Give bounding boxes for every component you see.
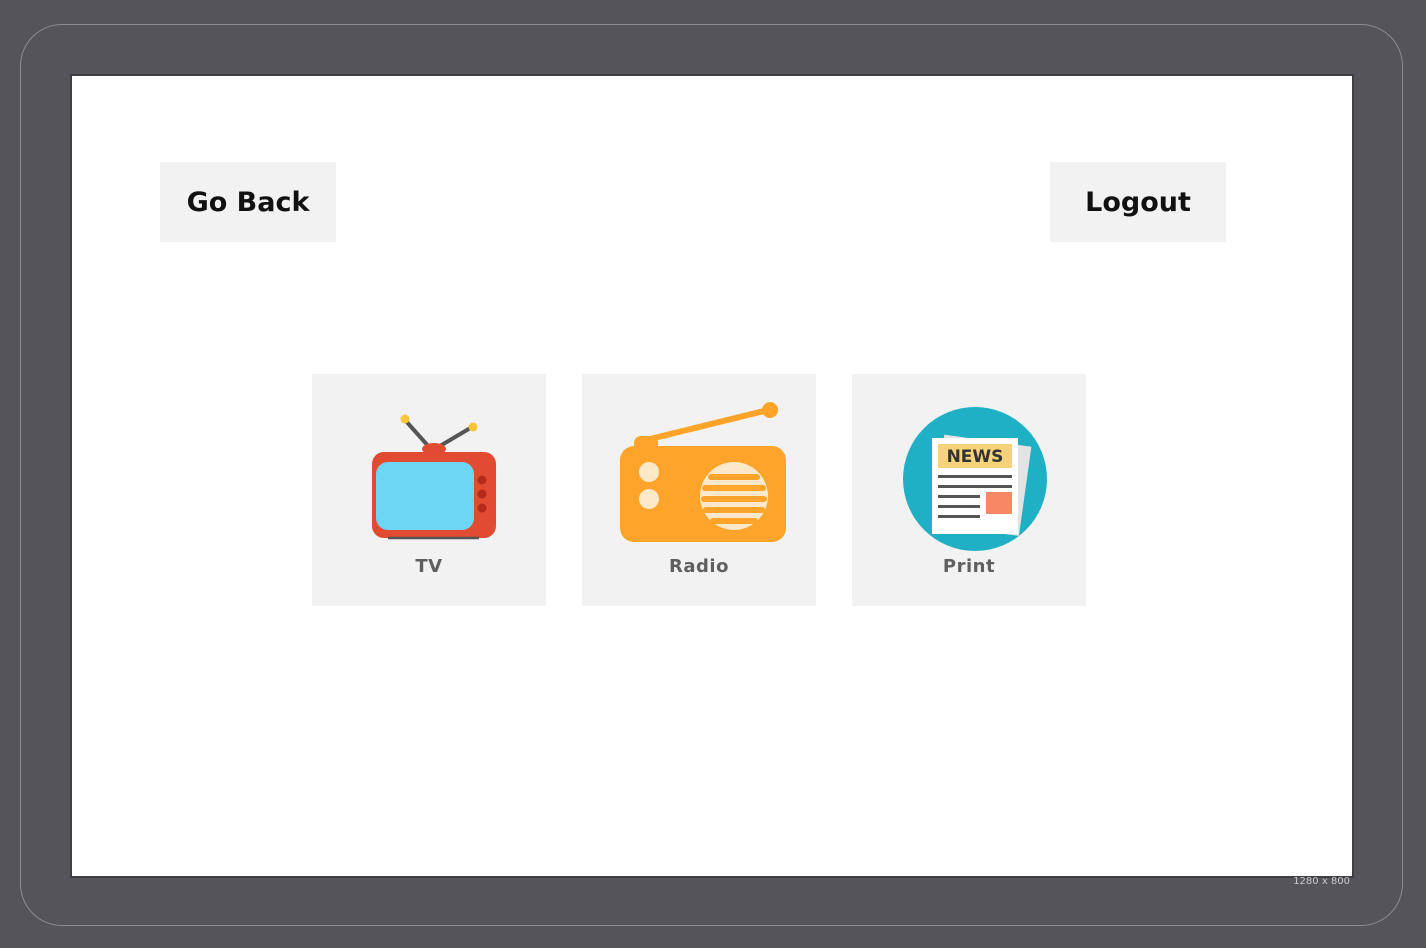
media-tile-radio[interactable]: Radio	[582, 374, 816, 606]
media-tile-print[interactable]: NEWS Print	[852, 374, 1086, 606]
go-back-button[interactable]: Go Back	[160, 162, 336, 242]
tile-label: Print	[942, 556, 996, 577]
news-icon-text: NEWS	[947, 447, 1004, 467]
app-screen: Go Back Logout TV Radio NEWS Print	[70, 74, 1354, 878]
tile-label: Radio	[669, 556, 729, 577]
screen-size-label: 1280 x 800	[1293, 876, 1350, 887]
tile-label: TV	[415, 556, 443, 577]
newspaper-icon: NEWS	[903, 407, 1047, 551]
tv-icon	[372, 414, 496, 540]
logout-button[interactable]: Logout	[1050, 162, 1226, 242]
media-tile-tv[interactable]: TV	[312, 374, 546, 606]
radio-icon	[620, 402, 786, 542]
